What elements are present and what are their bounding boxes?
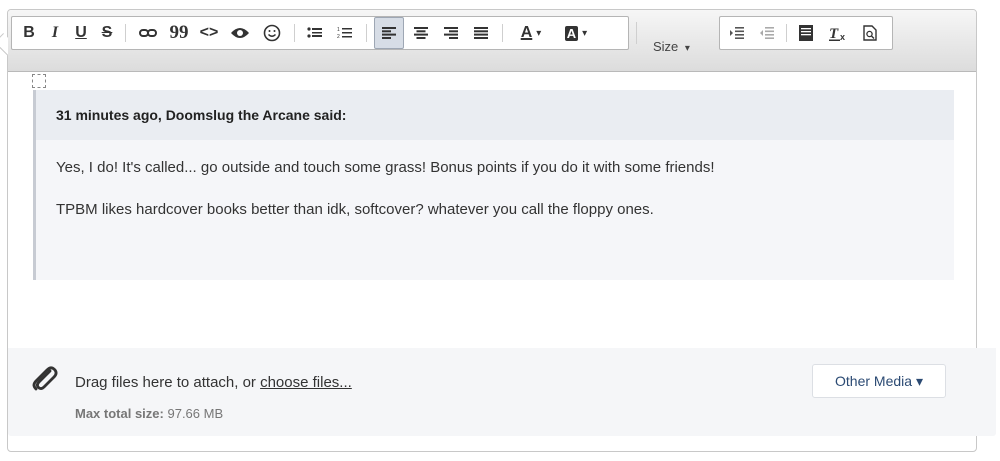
separator [502,24,503,42]
paperclip-icon [32,366,58,391]
justify-button[interactable] [468,17,494,49]
source-button[interactable] [792,17,820,49]
indent-button[interactable] [724,17,750,49]
tools-group: Tx [719,16,893,50]
font-size-dropdown[interactable]: Size ▾ [653,39,690,54]
separator [786,24,787,42]
emoji-icon [263,24,281,42]
find-icon [863,25,877,41]
quote-button[interactable]: 99 [166,17,192,49]
max-size-label: Max total size: [75,406,164,421]
align-right-button[interactable] [438,17,464,49]
attach-text: Drag files here to attach, or choose fil… [75,374,352,391]
preview-icon [231,28,249,38]
outdent-icon [760,27,774,39]
separator [636,22,637,44]
align-center-icon [414,27,428,39]
separator [125,24,126,42]
outdent-button[interactable] [754,17,780,49]
svg-text:2: 2 [337,34,340,40]
bullet-list-button[interactable] [302,17,328,49]
underline-button[interactable]: U [70,17,92,49]
choose-files-link[interactable]: choose files... [260,374,352,391]
text-color-button[interactable]: A ▾ [510,17,552,49]
editor-toolbar: B I U S 99 <> 12 A ▾ A ▾ Size ▾ T x [8,10,976,72]
align-left-button[interactable] [374,17,404,49]
quote-header: 31 minutes ago, Doomslug the Arcane said… [36,90,954,140]
preview-button[interactable] [226,17,254,49]
italic-button[interactable]: I [44,17,66,49]
link-icon [139,29,157,37]
separator [294,24,295,42]
numbered-list-button[interactable]: 12 [332,17,358,49]
quote-line: Yes, I do! It's called... go outside and… [56,159,715,176]
align-right-icon [444,27,458,39]
max-size: Max total size: 97.66 MB [75,406,223,421]
other-media-button[interactable]: Other Media ▾ [812,364,946,398]
chevron-down-icon: ▾ [582,27,588,39]
max-size-value: 97.66 MB [167,406,224,421]
quote-line: TPBM likes hardcover books better than i… [56,201,654,218]
indent-icon [730,27,744,39]
align-center-button[interactable] [408,17,434,49]
justify-icon [474,27,488,39]
anchor-icon[interactable] [32,74,46,88]
editor-content[interactable]: 31 minutes ago, Doomslug the Arcane said… [8,72,976,355]
attachment-area[interactable]: Drag files here to attach, or choose fil… [8,348,996,436]
code-button[interactable]: <> [196,17,222,49]
strikethrough-button[interactable]: S [96,17,118,49]
bullet-list-icon [307,27,322,38]
remove-format-icon: Tx [829,26,845,41]
formatting-group: B I U S 99 <> 12 A ▾ A ▾ [11,16,629,50]
background-color-button[interactable]: A ▾ [556,17,596,49]
chevron-down-icon: ▾ [684,43,690,54]
find-button[interactable] [856,17,884,49]
text-color-label: A [520,24,533,41]
drag-text: Drag files here to attach, or [75,374,261,391]
separator [366,24,367,42]
quote-block: 31 minutes ago, Doomslug the Arcane said… [33,90,954,280]
background-color-label: A [564,25,579,41]
bold-button[interactable]: B [18,17,40,49]
numbered-list-icon: 12 [337,27,352,40]
font-size-label: Size [653,39,679,54]
source-icon [799,25,813,41]
chevron-down-icon: ▾ [536,27,542,39]
svg-text:x: x [840,32,845,41]
remove-format-button[interactable]: Tx [824,17,852,49]
link-button[interactable] [134,17,162,49]
svg-text:T: T [829,26,839,41]
svg-text:1: 1 [337,27,340,33]
align-left-icon [382,27,396,39]
emoji-button[interactable] [258,17,286,49]
